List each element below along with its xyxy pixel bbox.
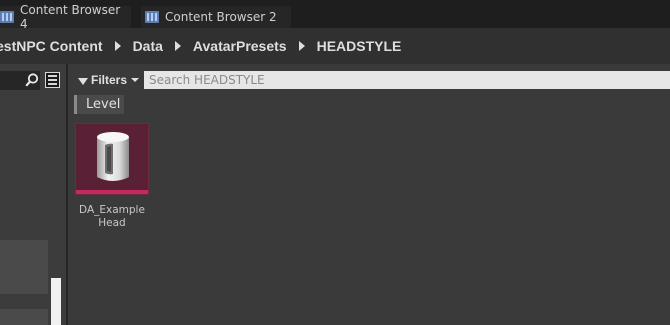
filters-button[interactable]: Filters: [78, 71, 140, 89]
filter-chip-label: Level: [86, 97, 121, 112]
tab-strip: Content Browser 4 Content Browser 2: [0, 0, 670, 31]
view-options-icon[interactable]: [45, 72, 60, 88]
panel-splitter[interactable]: [66, 64, 68, 325]
breadcrumb-item[interactable]: HEADSTYLE: [317, 38, 402, 54]
chevron-right-icon[interactable]: [298, 41, 305, 51]
breadcrumb-item[interactable]: AvatarPresets: [193, 38, 287, 54]
tab-content-browser-2[interactable]: Content Browser 2: [141, 6, 291, 28]
asset-label[interactable]: DA_Example Head: [70, 204, 154, 230]
breadcrumb-item[interactable]: Data: [133, 38, 163, 54]
asset-tile[interactable]: [75, 123, 149, 195]
tab-content-browser-4[interactable]: Content Browser 4: [0, 3, 131, 31]
chevron-right-icon[interactable]: [114, 41, 121, 51]
search-icon[interactable]: [25, 73, 39, 87]
tab-label: Content Browser 4: [20, 3, 121, 31]
chevron-right-icon[interactable]: [174, 41, 181, 51]
asset-type-stripe: [76, 190, 148, 194]
folder-tree-item[interactable]: [0, 240, 48, 294]
content-browser-icon: [0, 11, 14, 23]
filter-chip-level[interactable]: Level: [74, 95, 124, 114]
filter-icon: [78, 77, 88, 85]
breadcrumb: estNPC Content Data AvatarPresets HEADST…: [0, 28, 670, 64]
search-input[interactable]: [144, 71, 670, 89]
asset-name-line2: Head: [98, 217, 126, 229]
chevron-down-icon: [131, 78, 140, 82]
chip-indicator: [74, 95, 77, 114]
content-browser-icon: [145, 11, 159, 23]
data-asset-icon: [97, 132, 129, 181]
folder-tree-item[interactable]: [0, 309, 48, 325]
filters-label: Filters: [91, 73, 128, 87]
breadcrumb-item[interactable]: estNPC Content: [0, 38, 103, 54]
scrollbar[interactable]: [51, 278, 61, 325]
tab-label: Content Browser 2: [165, 10, 277, 24]
asset-name-line1: DA_Example: [79, 204, 145, 216]
